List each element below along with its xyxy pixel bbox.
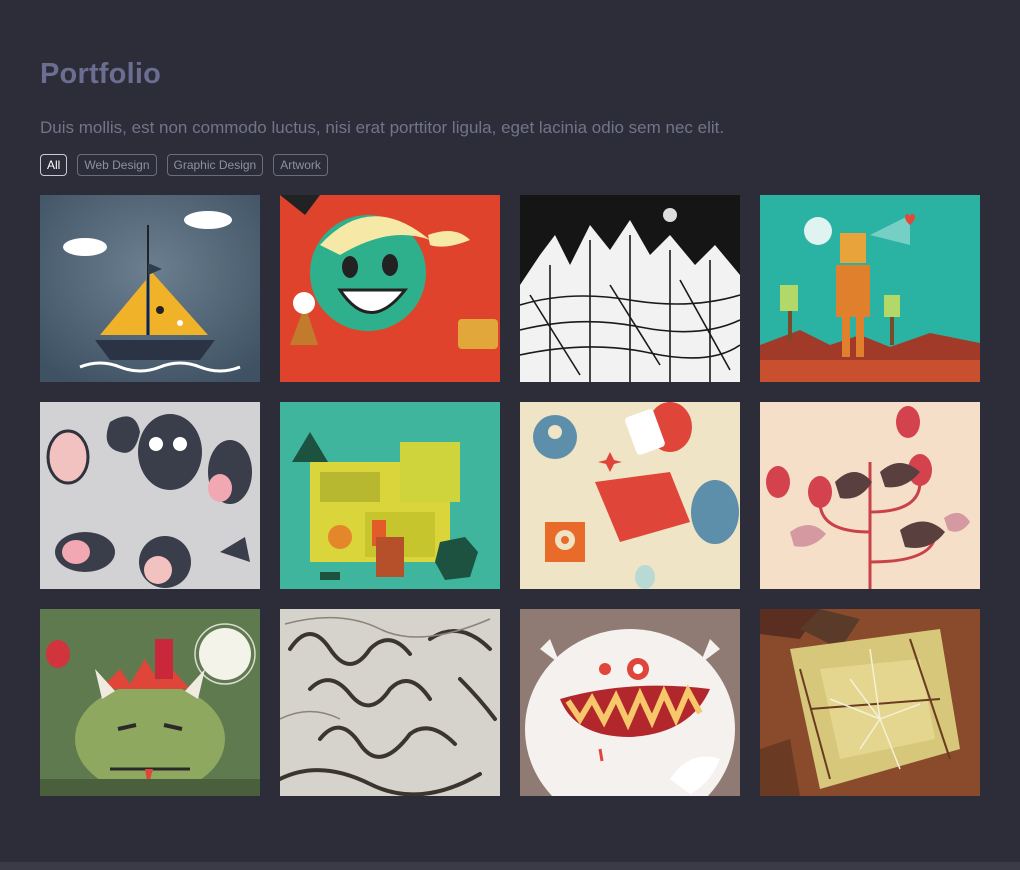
monsters-pattern-illustration-image bbox=[40, 402, 260, 589]
portfolio-item-ribbon[interactable] bbox=[280, 609, 500, 796]
portfolio-item-monsters[interactable] bbox=[40, 402, 260, 589]
footer-strip bbox=[0, 862, 1020, 870]
portfolio-item-broken-glass[interactable] bbox=[760, 609, 980, 796]
filter-web-design-button[interactable]: Web Design bbox=[77, 154, 157, 176]
portfolio-section: Portfolio Duis mollis, est non commodo l… bbox=[0, 0, 1020, 862]
portfolio-item-sdk[interactable] bbox=[280, 402, 500, 589]
hens-eggs-illustration-image bbox=[760, 402, 980, 589]
ribbon-lettering-illustration-image bbox=[280, 609, 500, 796]
sailboat-illustration-image bbox=[40, 195, 260, 382]
filter-all-button[interactable]: All bbox=[40, 154, 68, 176]
filter-bar: All Web Design Graphic Design Artwork bbox=[40, 154, 328, 176]
portfolio-item-white-monster[interactable] bbox=[520, 609, 740, 796]
robots-pattern-illustration-image bbox=[520, 402, 740, 589]
white-monster-illustration-image bbox=[520, 609, 740, 796]
portfolio-item-robots-pattern[interactable] bbox=[520, 402, 740, 589]
portfolio-item-hens[interactable] bbox=[760, 402, 980, 589]
portfolio-item-girl[interactable] bbox=[280, 195, 500, 382]
portfolio-item-city[interactable] bbox=[520, 195, 740, 382]
monster-castle-illustration-image bbox=[40, 609, 260, 796]
city-sketch-illustration-image bbox=[520, 195, 740, 382]
portfolio-item-sailboat[interactable] bbox=[40, 195, 260, 382]
filter-graphic-design-button[interactable]: Graphic Design bbox=[166, 154, 264, 176]
page-subtitle: Duis mollis, est non commodo luctus, nis… bbox=[40, 118, 725, 137]
portfolio-item-robot[interactable] bbox=[760, 195, 980, 382]
sdk-ide-illustration-image bbox=[280, 402, 500, 589]
smiling-girl-illustration-image bbox=[280, 195, 500, 382]
filter-artwork-button[interactable]: Artwork bbox=[273, 154, 328, 176]
page-title: Portfolio bbox=[40, 58, 162, 90]
portfolio-item-monster-castle[interactable] bbox=[40, 609, 260, 796]
robot-desert-illustration-image bbox=[760, 195, 980, 382]
broken-glass-illustration-image bbox=[760, 609, 980, 796]
